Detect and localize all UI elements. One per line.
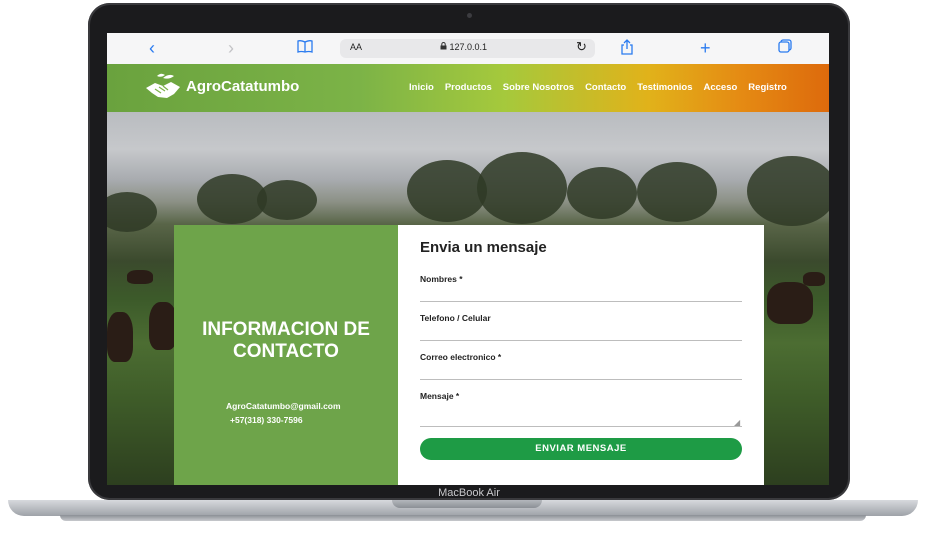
handshake-logo-icon[interactable] xyxy=(143,72,183,102)
laptop-base-bottom xyxy=(60,515,866,521)
device-label: MacBook Air xyxy=(438,487,500,499)
address-bar[interactable]: AA 127.0.0.1 ↻ xyxy=(340,39,595,58)
nav-testimonios[interactable]: Testimonios xyxy=(637,82,692,93)
send-message-button[interactable]: ENVIAR MENSAJE xyxy=(420,438,742,460)
camera-dot xyxy=(467,13,472,18)
share-icon[interactable] xyxy=(620,39,634,57)
form-title: Envia un mensaje xyxy=(420,239,547,256)
contact-phone[interactable]: +57(318) 330-7596 xyxy=(230,415,303,425)
message-form: Envia un mensaje Nombres * Telefono / Ce… xyxy=(398,225,764,485)
label-nombres: Nombres * xyxy=(420,274,463,284)
laptop-notch xyxy=(392,500,542,508)
input-correo[interactable] xyxy=(420,379,742,380)
forward-icon[interactable]: › xyxy=(228,39,234,57)
nav-registro[interactable]: Registro xyxy=(748,82,787,93)
contact-info-title: INFORMACION DE CONTACTO xyxy=(202,319,370,362)
input-nombres[interactable] xyxy=(420,301,742,302)
lock-icon xyxy=(440,42,447,50)
site-navbar: AgroCatatumbo Inicio Productos Sobre Nos… xyxy=(107,64,829,112)
site-logo-text[interactable]: AgroCatatumbo xyxy=(186,78,299,95)
back-icon[interactable]: ‹ xyxy=(149,39,155,57)
nav-contacto[interactable]: Contacto xyxy=(585,82,626,93)
text-size-button[interactable]: AA xyxy=(350,42,362,52)
nav-sobre-nosotros[interactable]: Sobre Nosotros xyxy=(503,82,574,93)
browser-toolbar: ‹ › AA 127.0.0.1 ↻ + xyxy=(107,33,829,65)
new-tab-icon[interactable]: + xyxy=(700,39,711,57)
reload-icon[interactable]: ↻ xyxy=(576,39,587,55)
nav-inicio[interactable]: Inicio xyxy=(409,82,434,93)
textarea-mensaje[interactable] xyxy=(420,426,742,427)
screen: ‹ › AA 127.0.0.1 ↻ + AgroCatatumbo Inici… xyxy=(107,33,829,485)
contact-info-panel: INFORMACION DE CONTACTO AgroCatatumbo@gm… xyxy=(174,225,398,485)
nav-acceso[interactable]: Acceso xyxy=(703,82,737,93)
nav-productos[interactable]: Productos xyxy=(445,82,492,93)
bookmarks-icon[interactable] xyxy=(297,39,313,57)
label-telefono: Telefono / Celular xyxy=(420,313,491,323)
tabs-icon[interactable] xyxy=(778,39,792,57)
input-telefono[interactable] xyxy=(420,340,742,341)
label-mensaje: Mensaje * xyxy=(420,391,460,401)
resize-handle-icon[interactable]: ◢ xyxy=(734,418,740,427)
nav-links: Inicio Productos Sobre Nosotros Contacto… xyxy=(409,82,798,93)
label-correo: Correo electronico * xyxy=(420,352,502,362)
url-value: 127.0.0.1 xyxy=(449,42,488,52)
contact-email[interactable]: AgroCatatumbo@gmail.com xyxy=(226,401,341,411)
url-text: 127.0.0.1 xyxy=(440,42,487,52)
